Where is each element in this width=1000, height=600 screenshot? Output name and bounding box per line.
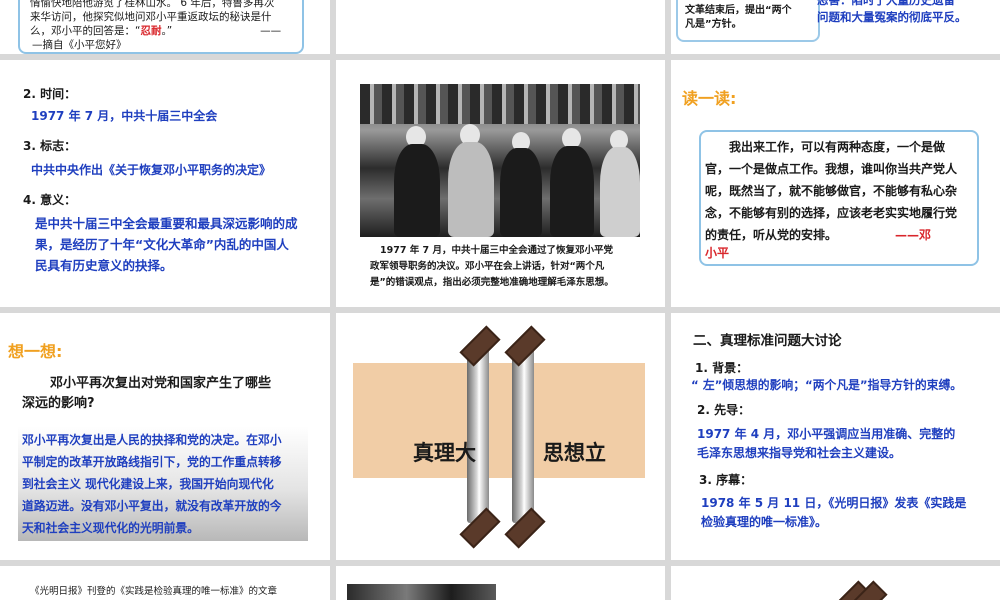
scroll-cap-bottom-right <box>504 507 546 549</box>
person-figure <box>448 142 494 237</box>
person-figure <box>500 148 542 237</box>
slide-restoration-facts[interactable]: 2. 时间： 1977 年 7 月，中共十届三中全会 3. 标志： 中共中央作出… <box>0 60 330 307</box>
note-line-1: 文革结束后，提出“两个 <box>685 5 792 16</box>
slide-truth-debate[interactable]: 二、真理标准问题大讨论 1. 背景： “ 左”倾思想的影响；“两个凡是”指导方针… <box>671 313 1000 560</box>
slide-two-whatevers[interactable]: 文革结束后，提出“两个 凡是”方针。 恶害：陷时了大量历史遗留 问题和大量冤案的… <box>671 0 1000 54</box>
slide-photo-bottom[interactable] <box>336 566 665 600</box>
quote-signature: ——邓 <box>895 228 932 242</box>
note-text: 文革结束后，提出“两个 凡是”方针。 <box>685 4 792 32</box>
slide-scroll-title[interactable]: 真理大 思想立 <box>336 313 665 560</box>
background-heading: 1. 背景： <box>695 361 749 375</box>
quote-text: 我出来工作，可以有两种态度，一个是做 官，一个是做点工作。我想，谁叫你当共产党人… <box>705 136 975 260</box>
story-line-3: 么，邓小平的回答是：“忍耐。” —— <box>30 25 282 37</box>
read-title: 读一读: <box>682 89 737 108</box>
scroll-title-left: 真理大 <box>413 441 476 465</box>
slide-blank-top[interactable] <box>336 0 665 54</box>
note-right-line: 问题和大量冤案的彻底平反。 <box>817 10 967 24</box>
person-figure <box>394 144 440 237</box>
scroll-title-right: 思想立 <box>543 441 606 465</box>
article-caption: 《光明日报》刊登的《实践是检验真理的唯一标准》的文章 <box>30 586 278 597</box>
background-value: “ 左”倾思想的影响；“两个凡是”指导方针的束缚。 <box>691 378 963 392</box>
prelude-heading: 3. 序幕： <box>699 473 753 487</box>
audience-rows <box>360 84 640 124</box>
story-text: 情愉快地陪他游览了桂林山水。 6 年后，特鲁多再次 来华访问，他探究似地问邓小平… <box>30 0 310 52</box>
precursor-heading: 2. 先导： <box>697 403 751 417</box>
plenum-photo <box>360 84 640 237</box>
story-line-2: 来华访问，他探究似地问邓小平重返政坛的秘诀是什 <box>30 11 272 23</box>
slide-guangming-article[interactable]: 《光明日报》刊登的《实践是检验真理的唯一标准》的文章 <box>0 566 330 600</box>
note-right-fragment: 恶害：陷时了大量历史遗留 <box>817 0 955 7</box>
scroll-rod-left <box>467 343 489 523</box>
slide-trudeau-story[interactable]: 情愉快地陪他游览了桂林山水。 6 年后，特鲁多再次 来华访问，他探究似地问邓小平… <box>0 0 330 54</box>
section-title: 二、真理标准问题大讨论 <box>693 333 842 349</box>
story-line-1: 情愉快地陪他游览了桂林山水。 6 年后，特鲁多再次 <box>30 0 275 9</box>
quote-signature-cont: 小平 <box>705 246 730 260</box>
note-right-text: 恶害：陷时了大量历史遗留 问题和大量冤案的彻底平反。 <box>817 0 967 26</box>
photo-caption: 1977 年 7 月，中共十届三中全会通过了恢复邓小平党 政军领导职务的决议。邓… <box>370 245 614 288</box>
scroll-cap-bottom-left <box>459 507 501 549</box>
patience-highlight: 忍耐 <box>140 25 162 37</box>
time-heading: 2. 时间： <box>23 87 77 101</box>
slide-plenum-photo[interactable]: 1977 年 7 月，中共十届三中全会通过了恢复邓小平党 政军领导职务的决议。邓… <box>336 60 665 307</box>
story-source: —摘自《小平您好》 <box>32 39 127 51</box>
bottom-photo <box>347 584 496 600</box>
answer-text: 邓小平再次复出是人民的抉择和党的决定。在邓小 平制定的改革开放路线指引下，党的工… <box>22 433 282 535</box>
person-figure <box>550 146 594 237</box>
significance-value: 是中共十届三中全会最重要和最具深远影响的成 果，是经历了十年“文化大革命”内乱的… <box>35 216 298 273</box>
slide-think[interactable]: 想一想: 邓小平再次复出对党和国家产生了哪些 深远的影响? 邓小平再次复出是人民… <box>0 313 330 560</box>
time-value: 1977 年 7 月，中共十届三中全会 <box>31 109 218 123</box>
think-question: 邓小平再次复出对党和国家产生了哪些 深远的影响? <box>22 376 272 411</box>
note-line-2: 凡是”方针。 <box>685 19 742 30</box>
person-figure <box>600 147 640 237</box>
significance-heading: 4. 意义： <box>23 193 77 207</box>
mark-value: 中共中央作出《关于恢复邓小平职务的决定》 <box>31 163 272 177</box>
mark-heading: 3. 标志： <box>23 139 77 153</box>
slide-scroll-bottom[interactable] <box>671 566 1000 600</box>
prelude-value: 1978 年 5 月 11 日，《光明日报》发表《实践是 检验真理的唯一标准》。 <box>701 496 967 529</box>
scroll-rod-right <box>512 343 534 523</box>
slide-read-quote[interactable]: 读一读: 我出来工作，可以有两种态度，一个是做 官，一个是做点工作。我想，谁叫你… <box>671 60 1000 307</box>
think-title: 想一想: <box>8 342 63 361</box>
precursor-value: 1977 年 4 月，邓小平强调应当用准确、完整的 毛泽东思想来指导党和社会主义… <box>697 427 956 460</box>
